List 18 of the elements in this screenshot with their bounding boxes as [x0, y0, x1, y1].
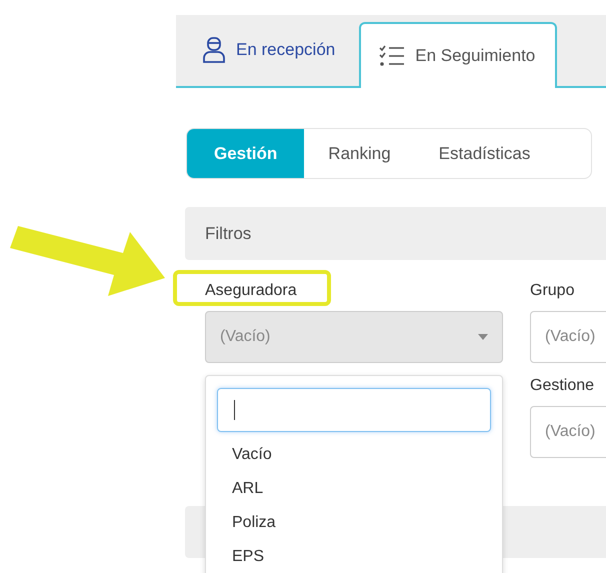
- tab-label: En recepción: [236, 40, 336, 60]
- tab-label: En Seguimiento: [415, 46, 536, 66]
- dropdown-option[interactable]: Poliza: [217, 506, 491, 540]
- field-label: Aseguradora: [205, 282, 297, 299]
- dropdown-option[interactable]: EPS: [217, 540, 491, 573]
- section-header: Filtros: [185, 207, 606, 260]
- search-field[interactable]: [217, 388, 491, 432]
- dropdown-option[interactable]: ARL: [217, 472, 491, 506]
- field-label: Grupo: [530, 282, 574, 299]
- checklist-icon: [379, 45, 406, 67]
- person-icon: [202, 36, 226, 62]
- select-field[interactable]: (Vacío): [530, 311, 606, 363]
- tab[interactable]: En Seguimiento: [359, 22, 558, 88]
- field-label: Gestione: [530, 377, 594, 394]
- tab[interactable]: En recepción: [176, 13, 360, 86]
- select-field[interactable]: (Vacío): [530, 406, 606, 458]
- caret-icon: [478, 334, 488, 340]
- dropdown-option[interactable]: Vacío: [217, 438, 491, 472]
